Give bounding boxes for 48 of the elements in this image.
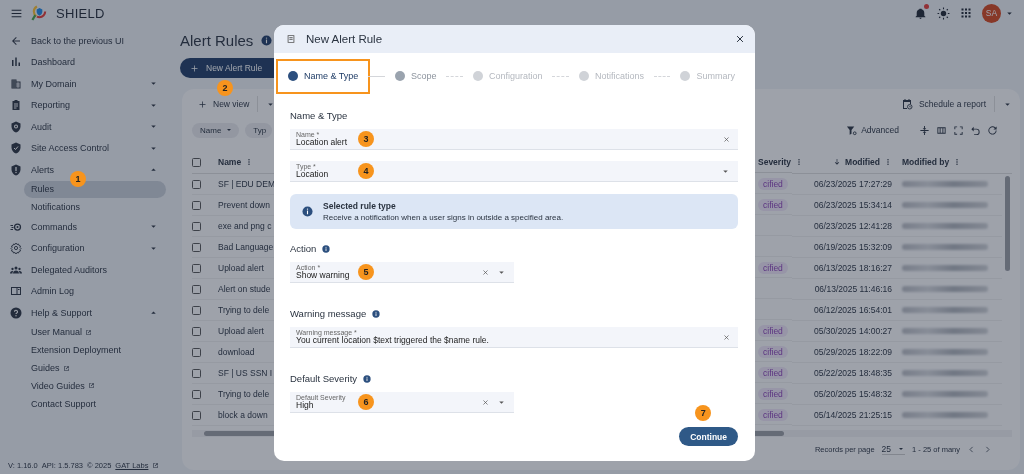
table-cell: 05/22/2025 18:48:35 <box>814 368 892 378</box>
table-cell: block a down <box>218 410 268 420</box>
step-marker: 4 <box>358 163 374 179</box>
severity-tag: cified <box>758 324 788 337</box>
step-marker: 5 <box>358 264 374 280</box>
table-cell: Trying to dele <box>218 305 270 315</box>
section-heading: Default Severity <box>290 373 358 384</box>
table-cell: exe and png c <box>218 221 272 231</box>
table-cell: Upload alert <box>218 263 264 273</box>
notice-title: Selected rule type <box>323 201 397 211</box>
table-cell: SF | EDU DEM <box>218 179 275 189</box>
table-cell: Alert on stude <box>218 284 271 294</box>
table-cell: 05/30/2025 14:00:27 <box>814 326 892 336</box>
step-marker: 3 <box>358 131 374 147</box>
table-cell: Trying to dele <box>218 389 270 399</box>
table-cell: download <box>218 347 255 357</box>
table-cell: 06/12/2025 16:54:01 <box>814 305 892 315</box>
table-cell: 06/23/2025 15:34:14 <box>814 200 892 210</box>
severity-tag: cified <box>758 177 788 190</box>
section-heading: Action <box>290 243 317 254</box>
table-cell: 06/19/2025 15:32:09 <box>814 242 892 252</box>
table-cell: SF | US SSN I <box>218 368 273 378</box>
section-heading: Name & Type <box>290 110 348 121</box>
step-marker: 6 <box>358 394 374 410</box>
page-title: Alert Rules <box>180 31 254 49</box>
severity-tag: cified <box>758 198 788 211</box>
step-marker: 1 <box>70 170 86 187</box>
section-heading: Warning message <box>290 308 367 319</box>
step-marker: 2 <box>217 80 233 96</box>
table-cell: 05/20/2025 15:48:32 <box>814 389 892 399</box>
severity-tag: cified <box>758 387 788 400</box>
table-cell: 05/14/2025 21:25:15 <box>814 410 892 420</box>
notice-text: Receive a notification when a user signs in outside a specified area. <box>323 213 564 222</box>
app-name: SHIELD <box>56 5 105 21</box>
severity-tag: cified <box>758 366 788 379</box>
table-cell: 06/23/2025 17:27:29 <box>814 179 892 189</box>
severity-tag: cified <box>758 408 788 421</box>
table-cell: 06/13/2025 11:46:16 <box>814 284 892 294</box>
table-cell: 05/29/2025 18:22:09 <box>814 347 892 357</box>
table-cell: 06/23/2025 12:41:28 <box>814 221 892 231</box>
dialog-title: New Alert Rule <box>306 33 384 45</box>
table-cell: Bad Language <box>218 242 274 252</box>
step-marker: 7 <box>695 405 712 421</box>
table-cell: Upload alert <box>218 326 264 336</box>
table-cell: 06/13/2025 18:16:27 <box>814 263 892 273</box>
severity-tag: cified <box>758 261 788 274</box>
table-cell: Prevent down <box>218 200 270 210</box>
severity-tag: cified <box>758 345 788 358</box>
